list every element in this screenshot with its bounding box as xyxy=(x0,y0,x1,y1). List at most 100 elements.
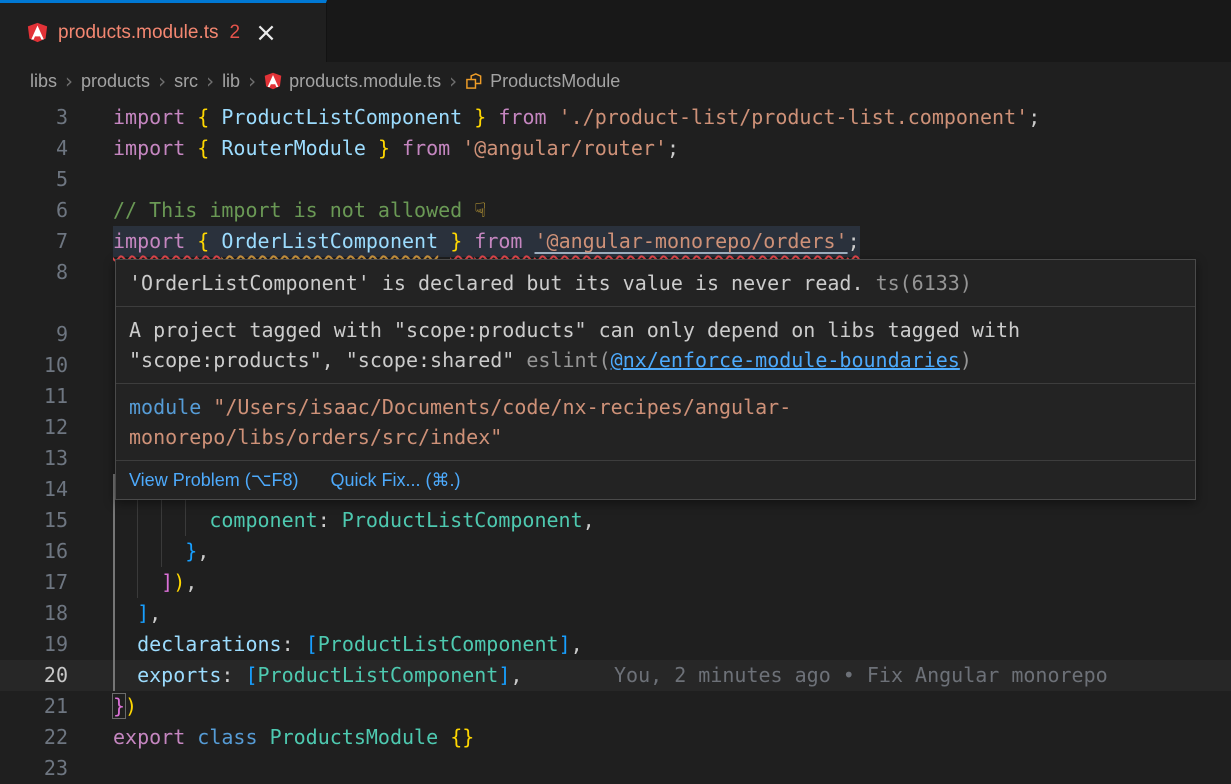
code-token xyxy=(113,539,185,563)
code-token: ProductsModule xyxy=(270,725,439,749)
vscode-window: { "colors": { "accent_blue": "#0078d4", … xyxy=(0,0,1231,780)
eslint-error-text: "scope:products", "scope:shared" xyxy=(129,348,526,372)
line-number[interactable]: 22 xyxy=(0,722,68,753)
chevron-right-icon: › xyxy=(150,69,174,93)
code-token: } xyxy=(185,539,197,563)
code-token: '@angular/router' xyxy=(462,136,667,160)
line-number[interactable]: 18 xyxy=(0,598,68,629)
line-number[interactable]: 8 xyxy=(0,257,68,288)
code-token xyxy=(185,725,197,749)
line-number[interactable]: 9 xyxy=(0,319,68,350)
hover-text-line: A project tagged with "scope:products" c… xyxy=(129,315,1182,345)
breadcrumb-item-file[interactable]: products.module.ts xyxy=(264,71,441,92)
eslint-rule-link[interactable]: @nx/enforce-module-boundaries xyxy=(611,348,960,372)
tab-problem-count: 2 xyxy=(230,22,241,44)
line-number[interactable]: 20 xyxy=(0,660,68,691)
code-token: ] xyxy=(559,632,571,656)
breadcrumb-item-lib[interactable]: lib xyxy=(222,71,240,92)
code-line[interactable]: 4import { RouterModule } from '@angular/… xyxy=(0,133,1231,164)
code-token: './product-list/product-list.component' xyxy=(559,105,1029,129)
code-line[interactable]: 3import { ProductListComponent } from '.… xyxy=(0,102,1231,133)
code-token xyxy=(330,508,342,532)
module-keyword: module xyxy=(129,395,201,419)
quick-fix-action[interactable]: Quick Fix... (⌘.) xyxy=(330,465,460,495)
code-token: OrderListComponent xyxy=(221,229,438,253)
code-line[interactable]: 5 xyxy=(0,164,1231,195)
code-token: } xyxy=(113,694,125,718)
code-token: , xyxy=(510,663,522,687)
code-token xyxy=(294,632,306,656)
line-number[interactable]: 16 xyxy=(0,536,68,567)
code-line[interactable]: 17 ]), xyxy=(0,567,1231,598)
code-token: , xyxy=(197,539,209,563)
code-text: import { OrderListComponent } from '@ang… xyxy=(113,226,860,257)
code-token: from xyxy=(402,136,462,160)
close-icon[interactable]: × xyxy=(255,20,277,46)
code-token: ) xyxy=(173,570,185,594)
line-number[interactable]: 19 xyxy=(0,629,68,660)
line-number[interactable]: 11 xyxy=(0,381,68,412)
line-number[interactable]: 14 xyxy=(0,474,68,505)
code-token: , xyxy=(583,508,595,532)
line-number[interactable]: 3 xyxy=(0,102,68,133)
hover-module-path: module "/Users/isaac/Documents/code/nx-r… xyxy=(116,384,1195,460)
code-line[interactable]: 6// This import is not allowed ☟ xyxy=(0,195,1231,226)
line-number[interactable]: 6 xyxy=(0,195,68,226)
code-token: ; xyxy=(1028,105,1040,129)
code-line[interactable]: 23 xyxy=(0,753,1231,784)
line-number[interactable]: 23 xyxy=(0,753,68,784)
code-token: {} xyxy=(450,725,474,749)
code-line[interactable]: 16 }, xyxy=(0,536,1231,567)
code-token xyxy=(113,663,137,687)
code-token: declarations xyxy=(137,632,282,656)
code-token xyxy=(258,725,270,749)
code-token: ProductListComponent xyxy=(318,632,559,656)
code-token: , xyxy=(149,601,161,625)
code-token: } xyxy=(378,136,402,160)
chevron-right-icon: › xyxy=(240,69,264,93)
line-number[interactable]: 13 xyxy=(0,443,68,474)
line-number[interactable]: 17 xyxy=(0,567,68,598)
tab-bar: products.module.ts 2 × xyxy=(0,0,1231,62)
code-line[interactable]: 18 ], xyxy=(0,598,1231,629)
breadcrumb-label: ProductsModule xyxy=(490,71,620,92)
breadcrumb-item-src[interactable]: src xyxy=(174,71,198,92)
breadcrumb-label: src xyxy=(174,71,198,92)
line-number[interactable]: 7 xyxy=(0,226,68,257)
code-token: { xyxy=(197,229,221,253)
line-number[interactable]: 4 xyxy=(0,133,68,164)
code-line[interactable]: 7 import { OrderListComponent } from '@an… xyxy=(0,226,1231,257)
breadcrumb-item-symbol[interactable]: ProductsModule xyxy=(465,71,620,92)
code-token: : xyxy=(221,663,233,687)
code-line[interactable]: 19 declarations: [ProductListComponent], xyxy=(0,629,1231,660)
code-token: [ xyxy=(306,632,318,656)
code-line[interactable]: 21}) xyxy=(0,691,1231,722)
code-token: , xyxy=(185,570,197,594)
code-token xyxy=(462,105,474,129)
view-problem-action[interactable]: View Problem (⌥F8) xyxy=(129,465,298,495)
chevron-right-icon: › xyxy=(198,69,222,93)
breadcrumb-item-libs[interactable]: libs xyxy=(30,71,57,92)
code-token: import xyxy=(113,136,197,160)
line-number[interactable]: 5 xyxy=(0,164,68,195)
code-line[interactable]: 15 component: ProductListComponent, xyxy=(0,505,1231,536)
line-number[interactable]: 21 xyxy=(0,691,68,722)
hover-text-line: monorepo/libs/orders/src/index" xyxy=(129,422,1182,452)
line-number[interactable]: 10 xyxy=(0,350,68,381)
code-line[interactable]: 20 exports: [ProductListComponent],You, … xyxy=(0,660,1231,691)
code-token: : xyxy=(282,632,294,656)
line-number[interactable]: 12 xyxy=(0,412,68,443)
breadcrumb-label: products xyxy=(81,71,150,92)
code-text: }, xyxy=(113,536,209,567)
breadcrumb-item-products[interactable]: products xyxy=(81,71,150,92)
hover-popup: 'OrderListComponent' is declared but its… xyxy=(115,259,1196,500)
code-token xyxy=(233,663,245,687)
code-line[interactable]: 22 export class ProductsModule {} xyxy=(0,722,1231,753)
code-text: export class ProductsModule {} xyxy=(113,722,474,753)
tab-title: products.module.ts xyxy=(58,22,219,44)
line-number[interactable]: 15 xyxy=(0,505,68,536)
tab-products-module[interactable]: products.module.ts 2 × xyxy=(0,0,327,62)
hover-text-line: "scope:products", "scope:shared" eslint(… xyxy=(129,345,1182,375)
angular-icon xyxy=(27,22,48,43)
hover-message-eslint: A project tagged with "scope:products" c… xyxy=(116,307,1195,383)
